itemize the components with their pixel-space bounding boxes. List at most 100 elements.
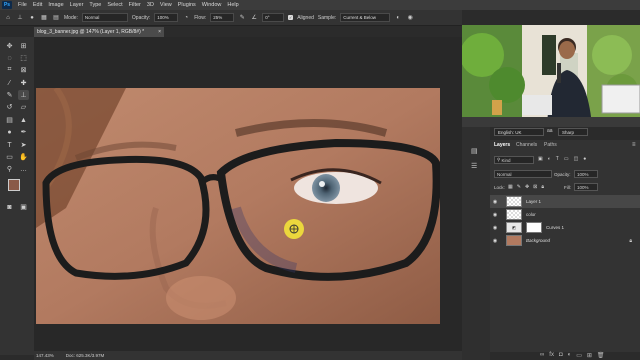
menu-edit[interactable]: Edit bbox=[30, 2, 45, 8]
fill-input[interactable]: 100% bbox=[574, 183, 598, 191]
history-brush-tool-icon[interactable]: ↺ bbox=[4, 102, 15, 112]
layer-style-icon[interactable]: fx bbox=[549, 352, 554, 358]
artboard-tool-icon[interactable]: ⊞ bbox=[18, 41, 29, 51]
zoom-tool-icon[interactable]: ⚲ bbox=[4, 164, 15, 174]
visibility-eye-icon[interactable]: ◉ bbox=[490, 225, 500, 231]
menu-help[interactable]: Help bbox=[224, 2, 241, 8]
document-image[interactable] bbox=[36, 88, 440, 324]
menu-view[interactable]: View bbox=[157, 2, 175, 8]
lock-position-icon[interactable]: ✥ bbox=[525, 184, 529, 190]
visibility-eye-icon[interactable]: ◉ bbox=[490, 238, 500, 244]
angle-input[interactable]: 0° bbox=[262, 13, 285, 22]
menu-type[interactable]: Type bbox=[86, 2, 104, 8]
crop-tool-icon[interactable]: ⌗ bbox=[4, 65, 15, 75]
foreground-color-swatch[interactable] bbox=[8, 179, 20, 191]
airbrush-icon[interactable]: ✎ bbox=[238, 14, 246, 22]
layer-name[interactable]: Background bbox=[526, 238, 550, 243]
new-adjustment-icon[interactable]: ◐ bbox=[568, 352, 572, 358]
type-tool-icon[interactable]: T bbox=[4, 140, 15, 150]
zoom-level[interactable]: 147.43% bbox=[36, 353, 54, 358]
pressure-opacity-icon[interactable]: ◔ bbox=[182, 14, 190, 22]
clone-stamp-tool-icon[interactable]: ⊥ bbox=[18, 90, 29, 100]
layer-name[interactable]: Curves 1 bbox=[546, 225, 564, 230]
tab-channels[interactable]: Channels bbox=[516, 142, 537, 148]
menu-image[interactable]: Image bbox=[45, 2, 66, 8]
lasso-tool-icon[interactable]: ◌ bbox=[4, 53, 15, 63]
pixel-filter-icon[interactable]: ▣ bbox=[538, 156, 543, 162]
visibility-eye-icon[interactable]: ◉ bbox=[490, 199, 500, 205]
lock-all-icon[interactable]: 🔒︎ bbox=[541, 184, 544, 190]
layer-mask-thumbnail[interactable] bbox=[526, 222, 542, 233]
filter-kind-select[interactable]: ⚲ Kind bbox=[494, 156, 534, 164]
smart-filter-icon[interactable]: ◫ bbox=[574, 156, 579, 162]
new-layer-icon[interactable]: ⊞ bbox=[587, 352, 592, 359]
lock-transparent-icon[interactable]: ▦ bbox=[508, 184, 513, 190]
menu-3d[interactable]: 3D bbox=[144, 2, 157, 8]
brush-settings-icon[interactable]: ▦ bbox=[40, 14, 48, 22]
brush-tool-icon[interactable]: ✎ bbox=[4, 90, 15, 100]
close-tab-icon[interactable]: × bbox=[158, 29, 161, 35]
pen-tool-icon[interactable]: ✒ bbox=[18, 127, 29, 137]
lock-artboard-icon[interactable]: ⊠ bbox=[533, 184, 537, 190]
shape-filter-icon[interactable]: ▭ bbox=[564, 156, 569, 162]
document-tab[interactable]: blog_3_banner.jpg @ 147% (Layer 1, RGB/8… bbox=[34, 27, 164, 37]
filter-toggle-icon[interactable]: ● bbox=[583, 156, 586, 162]
path-selection-tool-icon[interactable]: ➤ bbox=[18, 140, 29, 150]
link-layers-icon[interactable]: ∞ bbox=[540, 352, 544, 358]
visibility-eye-icon[interactable]: ◉ bbox=[490, 212, 500, 218]
menu-layer[interactable]: Layer bbox=[67, 2, 87, 8]
panel-menu-icon[interactable]: ≡ bbox=[632, 142, 636, 148]
tab-layers[interactable]: Layers bbox=[494, 142, 510, 148]
move-tool-icon[interactable]: ✥ bbox=[4, 41, 15, 51]
eraser-tool-icon[interactable]: ▱ bbox=[18, 102, 29, 112]
pressure-size-icon[interactable]: ◉ bbox=[406, 14, 414, 22]
antialias-select[interactable]: Sharp bbox=[558, 128, 588, 136]
lock-pixels-icon[interactable]: ✎ bbox=[517, 184, 521, 190]
blend-mode-select[interactable]: Normal bbox=[494, 170, 552, 178]
flow-input[interactable]: 25% bbox=[210, 13, 235, 22]
adjustment-filter-icon[interactable]: ◐ bbox=[548, 156, 551, 162]
quick-mask-icon[interactable]: ◙ bbox=[4, 202, 15, 212]
ignore-adjustment-icon[interactable]: ◐ bbox=[394, 14, 402, 22]
layer-row[interactable]: ◉ Background 🔒︎ bbox=[490, 234, 640, 247]
shape-tool-icon[interactable]: ▭ bbox=[4, 152, 15, 162]
home-icon[interactable]: ⌂ bbox=[4, 14, 12, 22]
healing-tool-icon[interactable]: ✚ bbox=[18, 78, 29, 88]
sample-select[interactable]: Current & Below bbox=[340, 13, 391, 22]
history-icon[interactable]: ▤ bbox=[471, 147, 478, 155]
layer-row[interactable]: ◉ ◩ Curves 1 bbox=[490, 221, 640, 234]
dodge-tool-icon[interactable]: ● bbox=[4, 127, 15, 137]
properties-icon[interactable]: ☰ bbox=[471, 162, 477, 170]
layer-row[interactable]: ◉ Layer 1 bbox=[490, 195, 640, 208]
clone-source-icon[interactable]: ▤ bbox=[52, 14, 60, 22]
screen-mode-icon[interactable]: ▣ bbox=[18, 202, 29, 212]
opacity-input[interactable]: 100% bbox=[154, 13, 179, 22]
layer-name[interactable]: Layer 1 bbox=[526, 199, 541, 204]
menu-window[interactable]: Window bbox=[199, 2, 225, 8]
menu-filter[interactable]: Filter bbox=[126, 2, 144, 8]
gradient-tool-icon[interactable]: ▤ bbox=[4, 115, 15, 125]
menu-select[interactable]: Select bbox=[104, 2, 125, 8]
menu-file[interactable]: File bbox=[15, 2, 30, 8]
tab-paths[interactable]: Paths bbox=[544, 142, 557, 148]
mode-select[interactable]: Normal bbox=[81, 13, 128, 22]
aligned-checkbox[interactable]: ✓ bbox=[288, 15, 294, 20]
blur-tool-icon[interactable]: ▲ bbox=[18, 115, 29, 125]
layer-opacity-input[interactable]: 100% bbox=[574, 170, 598, 178]
delete-layer-icon[interactable]: 🗑︎ bbox=[597, 352, 605, 359]
layer-row[interactable]: ◉ color bbox=[490, 208, 640, 221]
eyedropper-tool-icon[interactable]: ⁄ bbox=[4, 78, 15, 88]
layers-panel: Layers Channels Paths ≡ ⚲ Kind ▣ ◐ T ▭ ◫… bbox=[490, 140, 640, 352]
clone-stamp-tool-icon[interactable]: ⊥ bbox=[16, 14, 24, 22]
language-select[interactable]: English: UK bbox=[494, 128, 544, 136]
more-tools-icon[interactable]: … bbox=[18, 164, 29, 174]
menu-plugins[interactable]: Plugins bbox=[175, 2, 199, 8]
hand-tool-icon[interactable]: ✋ bbox=[18, 152, 29, 162]
frame-tool-icon[interactable]: ⊠ bbox=[18, 65, 29, 75]
layer-name[interactable]: color bbox=[526, 212, 536, 217]
new-group-icon[interactable]: ▭ bbox=[576, 352, 582, 359]
type-filter-icon[interactable]: T bbox=[556, 156, 559, 162]
brush-preset-icon[interactable]: ● bbox=[28, 14, 36, 22]
marquee-tool-icon[interactable]: ⬚ bbox=[18, 53, 29, 63]
add-mask-icon[interactable]: ◘ bbox=[559, 352, 563, 358]
